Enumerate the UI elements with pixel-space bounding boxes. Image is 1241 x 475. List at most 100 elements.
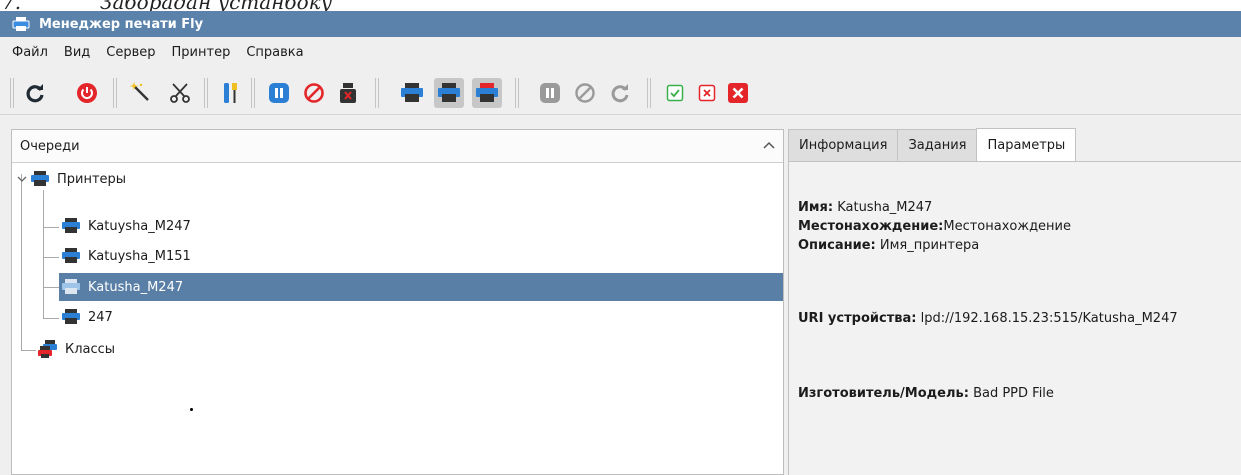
power-icon: [77, 83, 97, 103]
param-description-label: Описание:: [798, 238, 876, 253]
menu-printer[interactable]: Принтер: [172, 45, 231, 60]
tree-node-classes[interactable]: Классы: [38, 335, 115, 363]
tree-line: [43, 318, 59, 319]
cancel-jobs-button[interactable]: [333, 78, 363, 108]
stop-icon: [304, 83, 324, 103]
printer-icon: [61, 278, 83, 296]
param-uri-label: URI устройства:: [798, 311, 917, 326]
delete-job-button[interactable]: [723, 78, 753, 108]
check-icon: [666, 84, 684, 102]
scissors-icon: [170, 83, 190, 103]
printer-icon: [61, 247, 83, 265]
reject-jobs-button[interactable]: [692, 78, 722, 108]
refresh-button[interactable]: [20, 78, 50, 108]
printer-app-icon: [12, 17, 30, 31]
tree-node-printer-selected[interactable]: Katusha_M247: [59, 273, 783, 301]
param-name-label: Имя:: [798, 200, 834, 215]
param-location: Местонахождение:Местонахождение: [798, 219, 1071, 234]
accept-jobs-button[interactable]: [660, 78, 690, 108]
toolbar-separator: [251, 78, 255, 108]
param-description-value: Имя_принтера: [879, 238, 980, 253]
menu-server[interactable]: Сервер: [106, 45, 155, 60]
printer-cancel-icon: [340, 83, 356, 103]
wizard-wand-icon: [130, 82, 149, 101]
toolbar-grip[interactable]: [10, 78, 14, 108]
printer-icon: [401, 83, 423, 102]
printer-icon: [476, 83, 498, 102]
printer-view-button-1[interactable]: [397, 78, 427, 108]
param-model-value: Bad PPD File: [973, 386, 1054, 401]
tab-parameters[interactable]: Параметры: [976, 128, 1077, 162]
queues-header[interactable]: Очереди: [12, 130, 783, 163]
delete-printer-button[interactable]: [165, 78, 195, 108]
pause-printer-button[interactable]: [264, 78, 294, 108]
shutdown-button[interactable]: [72, 78, 102, 108]
printer-view-button-2[interactable]: [434, 78, 464, 108]
printer-group-icon: [30, 170, 52, 188]
param-name-value: Katusha_M247: [837, 200, 933, 215]
param-uri-value: lpd://192.168.15.23:515/Katusha_M247: [920, 311, 1178, 326]
stop-icon: [575, 83, 595, 103]
tree-node-printer[interactable]: Katuysha_M151: [61, 242, 321, 270]
restart-job-button[interactable]: [605, 78, 635, 108]
printer-icon: [61, 308, 83, 326]
printer-icon: [438, 83, 460, 102]
chevron-up-icon[interactable]: [763, 140, 775, 150]
tree-line: [43, 287, 59, 288]
stop-job-button[interactable]: [570, 78, 600, 108]
details-tabs: Информация Задания Параметры: [788, 128, 1077, 162]
tab-jobs[interactable]: Задания: [897, 129, 978, 161]
param-location-label: Местонахождение:: [798, 219, 944, 234]
stray-dot: [190, 408, 193, 411]
pause-icon: [269, 83, 289, 103]
toolbar-separator: [375, 78, 379, 108]
tab-info[interactable]: Информация: [788, 129, 899, 161]
menu-help[interactable]: Справка: [246, 45, 303, 60]
printer-view-button-3[interactable]: [472, 78, 502, 108]
printer-class-icon: [38, 340, 60, 358]
toolbar-separator: [204, 78, 208, 108]
printer-name: Katusha_M247: [88, 279, 184, 295]
param-location-value: Местонахождение: [943, 219, 1072, 234]
printer-name: Katuysha_M151: [88, 248, 191, 264]
menu-file[interactable]: Файл: [12, 45, 48, 60]
param-model: Изготовитель/Модель: Bad PPD File: [798, 386, 1054, 401]
chevron-down-icon[interactable]: [16, 174, 28, 184]
cross-icon: [728, 83, 748, 103]
toolbar-separator: [647, 78, 651, 108]
pause-job-button[interactable]: [535, 78, 565, 108]
queues-header-label: Очереди: [20, 138, 80, 154]
tree-line: [21, 350, 36, 351]
param-name: Имя: Katusha_M247: [798, 200, 932, 215]
refresh-icon: [26, 84, 44, 103]
tree-line: [21, 174, 22, 350]
printer-icon: [61, 217, 83, 235]
tree-node-label: Принтеры: [57, 171, 127, 187]
param-model-label: Изготовитель/Модель:: [798, 386, 969, 401]
add-printer-wizard-button[interactable]: [126, 78, 156, 108]
parameters-panel: Имя: Katusha_M247 Местонахождение:Местон…: [788, 161, 1241, 475]
menu-bar: Файл Вид Сервер Принтер Справка: [0, 37, 1241, 67]
toolbar: [0, 67, 1241, 115]
tree-line: [43, 190, 44, 318]
tree-line: [43, 227, 59, 228]
tools-icon: [224, 83, 237, 103]
tree-line: [43, 257, 59, 258]
window-title: Менеджер печати Fly: [39, 16, 204, 32]
main-area: Очереди Принтеры Katuysha_M247 Katuysha_…: [0, 115, 1241, 475]
tree-node-printer[interactable]: Katuysha_M247: [61, 212, 321, 240]
pause-icon: [540, 83, 560, 103]
printer-properties-button[interactable]: [216, 78, 246, 108]
tree-node-printer[interactable]: 247: [61, 303, 321, 331]
window-titlebar[interactable]: Менеджер печати Fly: [0, 11, 1241, 37]
toolbar-separator: [113, 78, 117, 108]
printer-name: Katuysha_M247: [88, 218, 191, 234]
cross-icon: [698, 84, 716, 102]
queues-panel: Очереди Принтеры Katuysha_M247 Katuysha_…: [11, 129, 784, 475]
tree-node-printers[interactable]: Принтеры: [16, 165, 126, 193]
toolbar-separator: [515, 78, 519, 108]
stop-printer-button[interactable]: [299, 78, 329, 108]
tree-node-label: Классы: [65, 341, 116, 357]
printer-name: 247: [88, 309, 113, 325]
menu-view[interactable]: Вид: [64, 45, 90, 60]
